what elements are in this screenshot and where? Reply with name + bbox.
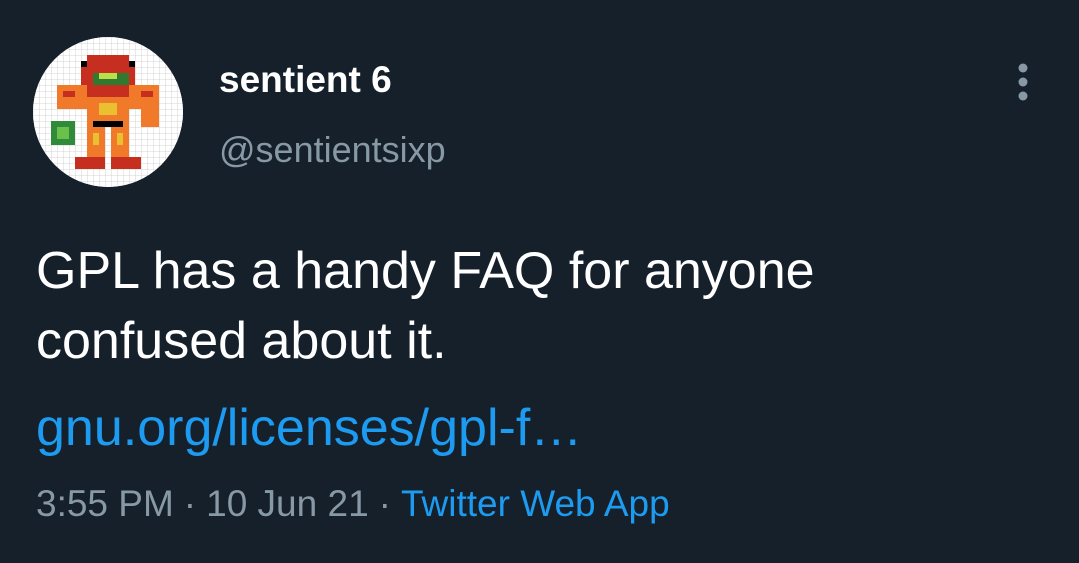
tweet-time[interactable]: 3:55 PM: [36, 483, 174, 524]
tweet-source-link[interactable]: Twitter Web App: [401, 483, 670, 524]
tweet-meta: 3:55 PM · 10 Jun 21 · Twitter Web App: [36, 478, 670, 530]
tweet-link[interactable]: gnu.org/licenses/gpl-f…: [36, 393, 582, 463]
more-vertical-icon: [1018, 63, 1028, 101]
more-options-button[interactable]: [1002, 56, 1044, 108]
tweet-date[interactable]: 10 Jun 21: [206, 483, 369, 524]
tweet-text-line: confused about it.: [36, 312, 447, 370]
tweet-text-line: GPL has a handy FAQ for anyone: [36, 242, 815, 300]
pixel-art-avatar-icon: [33, 37, 183, 187]
meta-separator: ·: [378, 483, 391, 524]
author-display-name[interactable]: sentient 6: [219, 58, 392, 102]
author-handle[interactable]: @sentientsixp: [219, 128, 446, 172]
tweet-card: sentient 6 @sentientsixp GPL has a handy…: [0, 0, 1079, 563]
author-avatar[interactable]: [33, 37, 183, 187]
tweet-text: GPL has a handy FAQ for anyone confused …: [36, 236, 1046, 376]
meta-separator: ·: [183, 483, 197, 524]
